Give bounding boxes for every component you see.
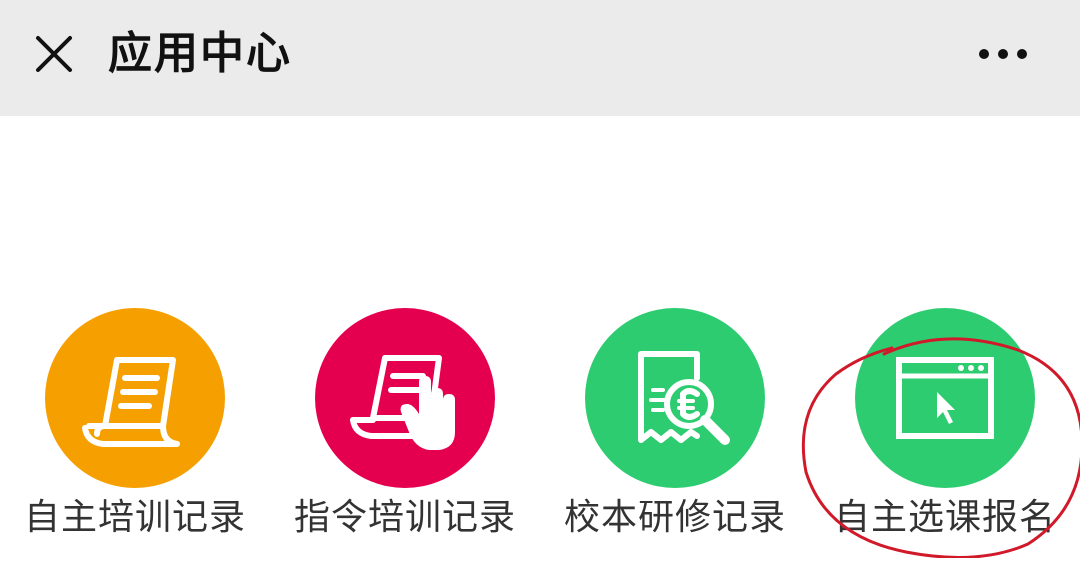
page-title: 应用中心: [108, 28, 292, 79]
app-course-enrollment[interactable]: 自主选课报名: [825, 300, 1065, 550]
close-button[interactable]: [22, 22, 86, 86]
app-icon-circle: [315, 308, 495, 488]
app-school-research-record[interactable]: 校本研修记录: [555, 300, 795, 550]
app-icon-circle: [855, 308, 1035, 488]
browser-cursor-icon: [896, 357, 994, 439]
app-label: 自主选课报名: [833, 497, 1056, 538]
more-button[interactable]: [966, 26, 1040, 82]
top-bar: 应用中心: [0, 0, 1080, 116]
app-directed-training-record[interactable]: 指令培训记录: [285, 300, 525, 550]
document-scroll-icon: [82, 357, 180, 447]
document-hand-pointer-icon: [350, 355, 455, 450]
app-label: 自主培训记录: [23, 497, 246, 538]
more-dots-icon: [979, 49, 1027, 59]
app-icon-circle: [585, 308, 765, 488]
receipt-magnifier-icon: [638, 351, 730, 445]
close-icon: [36, 36, 72, 72]
app-label: 指令培训记录: [293, 497, 516, 538]
app-icon-circle: [45, 308, 225, 488]
app-self-training-record[interactable]: 自主培训记录: [15, 300, 255, 550]
app-label: 校本研修记录: [563, 497, 786, 538]
